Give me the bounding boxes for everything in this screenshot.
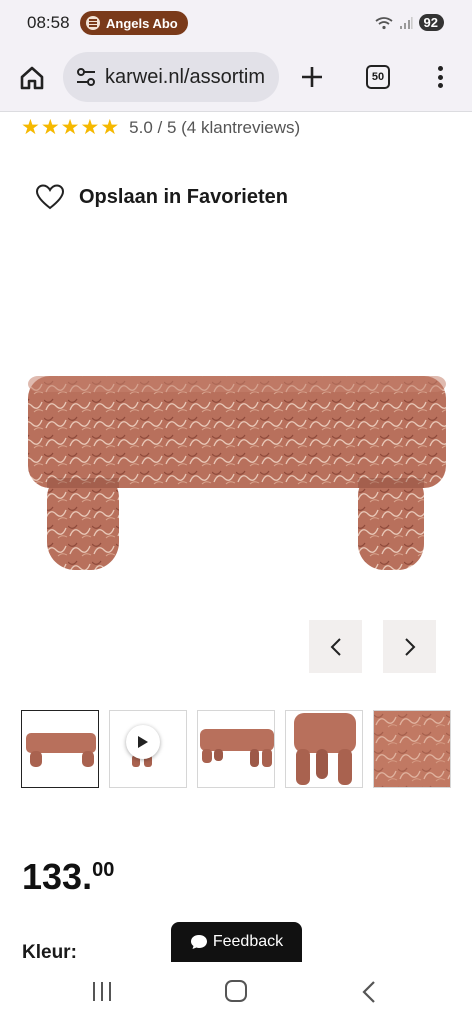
star-icon: ★ xyxy=(100,116,120,139)
star-icon: ★ xyxy=(40,116,60,139)
battery-badge: 92 xyxy=(418,14,444,31)
price-cents: 00 xyxy=(92,859,115,881)
bench-side-thumbnail-image xyxy=(294,713,356,785)
star-icon: ★ xyxy=(60,116,80,139)
thumbnail-item[interactable] xyxy=(197,710,275,788)
system-navigation-bar xyxy=(0,962,472,1024)
previous-image-button[interactable] xyxy=(309,620,362,673)
browser-toolbar: karwei.nl/assortim 50 xyxy=(0,46,472,112)
video-thumbnail[interactable] xyxy=(109,710,187,788)
bench-angle-thumbnail-image xyxy=(200,729,274,767)
system-icons: 92 xyxy=(374,14,444,31)
media-playing-pill[interactable]: Angels Abo xyxy=(80,11,188,35)
chat-bubble-icon xyxy=(190,935,207,949)
url-text: karwei.nl/assortim xyxy=(105,65,266,88)
feedback-label: Feedback xyxy=(212,933,284,950)
favorite-label: Opslaan in Favorieten xyxy=(79,185,288,208)
thumbnail-strip xyxy=(21,710,472,788)
next-image-button[interactable] xyxy=(383,620,436,673)
spotify-icon xyxy=(86,16,100,30)
home-nav-icon[interactable] xyxy=(225,980,247,1002)
star-icon: ★ xyxy=(21,116,40,139)
recents-icon[interactable] xyxy=(93,982,111,1001)
chevron-right-icon xyxy=(404,637,415,656)
thumbnail-item[interactable] xyxy=(21,710,99,788)
media-title: Angels Abo xyxy=(106,15,178,31)
tabs-icon[interactable]: 50 xyxy=(366,65,390,89)
more-vert-icon[interactable] xyxy=(433,63,447,91)
status-time: 08:58 xyxy=(27,13,70,32)
feedback-button[interactable]: Feedback xyxy=(171,922,302,962)
plus-icon[interactable] xyxy=(298,63,326,91)
star-icon: ★ xyxy=(80,116,100,139)
back-icon[interactable] xyxy=(360,980,378,1004)
chevron-left-icon xyxy=(330,637,341,656)
product-image[interactable] xyxy=(20,360,452,590)
heart-icon xyxy=(35,184,65,210)
product-price: 133.00 xyxy=(22,856,114,898)
signal-icon xyxy=(399,16,413,29)
color-label: Kleur: xyxy=(22,942,77,963)
rating-text: 5.0 / 5 (4 klantreviews) xyxy=(129,118,301,137)
thumbnail-item[interactable] xyxy=(373,710,451,788)
status-bar: 08:58 Angels Abo 92 xyxy=(0,0,472,46)
wifi-icon xyxy=(374,16,393,29)
save-favorite-button[interactable]: Opslaan in Favorieten xyxy=(35,183,288,211)
product-rating[interactable]: ★ ★ ★ ★ ★ 5.0 / 5 (4 klantreviews) xyxy=(21,117,300,139)
play-icon xyxy=(126,725,160,759)
thumbnail-item[interactable] xyxy=(285,710,363,788)
fabric-closeup-thumbnail-image xyxy=(374,711,450,787)
address-bar[interactable]: karwei.nl/assortim xyxy=(63,52,279,102)
home-icon[interactable] xyxy=(18,64,46,92)
price-whole: 133. xyxy=(22,856,93,897)
bench-thumbnail-image xyxy=(26,733,96,767)
tune-icon[interactable] xyxy=(75,66,97,88)
